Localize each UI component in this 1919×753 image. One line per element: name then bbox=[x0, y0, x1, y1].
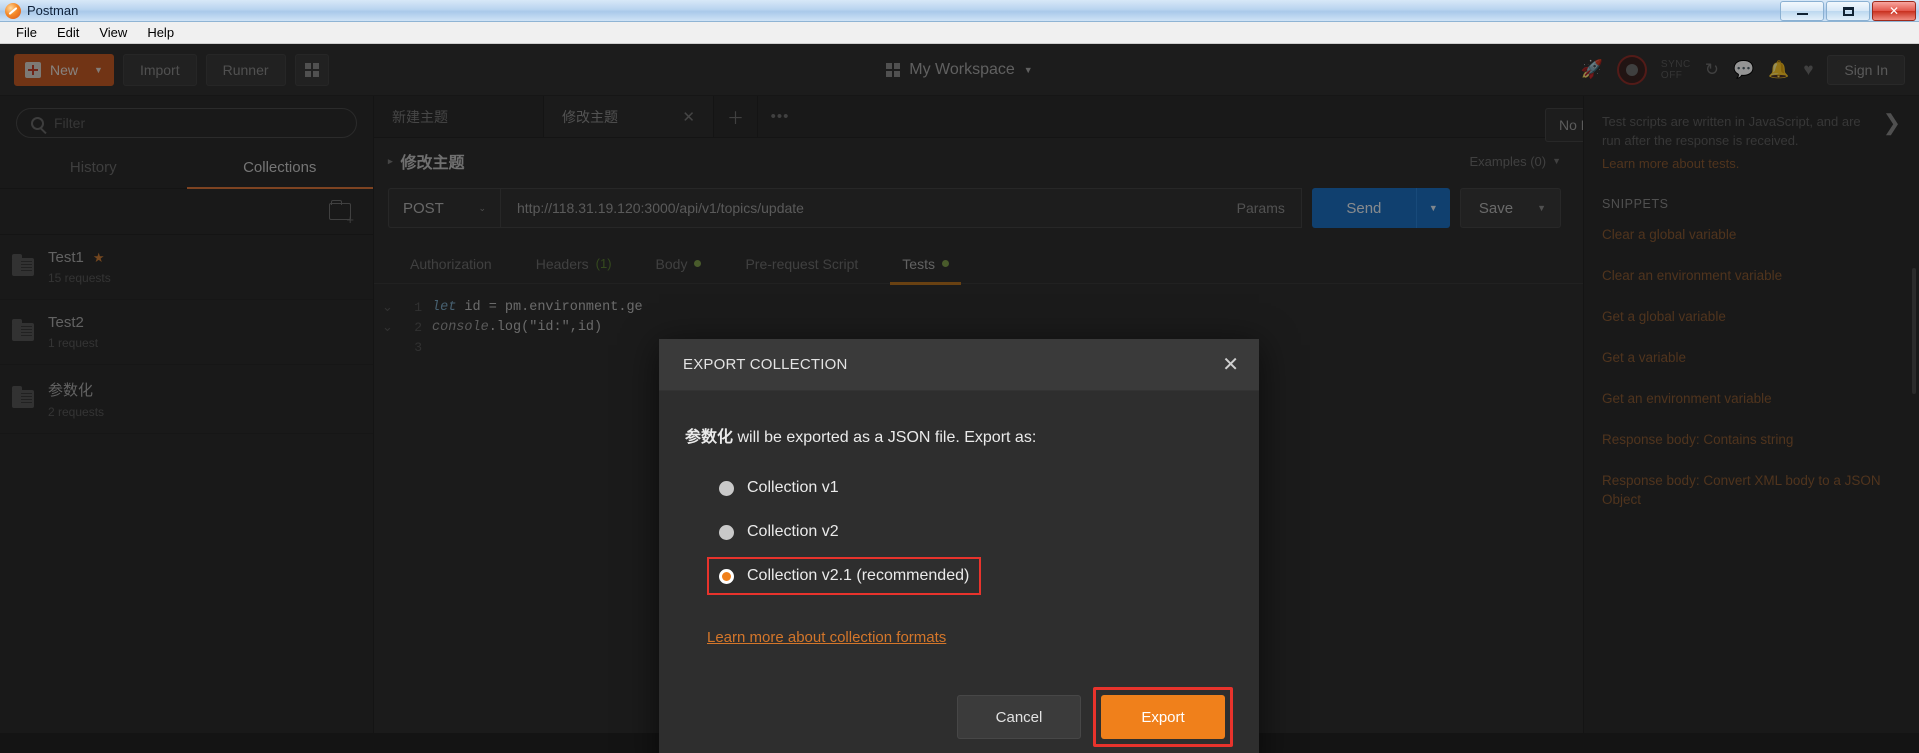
menu-item-help[interactable]: Help bbox=[137, 23, 184, 42]
close-icon[interactable]: ✕ bbox=[1222, 355, 1239, 375]
close-icon: ✕ bbox=[1888, 4, 1900, 18]
maximize-icon bbox=[1842, 6, 1854, 16]
modal-footer: Cancel Export bbox=[659, 657, 1259, 753]
modal-collection-name: 参数化 bbox=[685, 429, 734, 446]
radio-label: Collection v1 bbox=[747, 479, 839, 496]
menubar: File Edit View Help bbox=[0, 22, 1919, 44]
window-title: Postman bbox=[27, 3, 79, 18]
modal-description-rest: will be exported as a JSON file. Export … bbox=[733, 429, 1037, 446]
maximize-button[interactable] bbox=[1826, 1, 1870, 21]
modal-body: 参数化 will be exported as a JSON file. Exp… bbox=[659, 391, 1259, 657]
export-format-radio-group: Collection v1 Collection v2 Collection v… bbox=[685, 469, 1233, 595]
radio-option-collection-v2[interactable]: Collection v2 bbox=[707, 513, 851, 551]
window-controls: ✕ bbox=[1780, 0, 1919, 22]
modal-description: 参数化 will be exported as a JSON file. Exp… bbox=[685, 423, 1233, 447]
learn-more-collection-formats-link[interactable]: Learn more about collection formats bbox=[707, 629, 946, 646]
menu-item-file[interactable]: File bbox=[6, 23, 47, 42]
menu-item-view[interactable]: View bbox=[89, 23, 137, 42]
postman-logo-icon bbox=[5, 2, 21, 19]
minimize-icon bbox=[1796, 13, 1808, 15]
window-titlebar: Postman ✕ bbox=[0, 0, 1919, 22]
radio-option-collection-v21[interactable]: Collection v2.1 (recommended) bbox=[707, 557, 982, 595]
radio-icon[interactable] bbox=[719, 524, 734, 540]
minimize-button[interactable] bbox=[1780, 1, 1824, 21]
radio-icon[interactable] bbox=[719, 480, 734, 496]
radio-label: Collection v2 bbox=[747, 523, 839, 540]
radio-icon-selected[interactable] bbox=[719, 568, 734, 584]
radio-option-collection-v1[interactable]: Collection v1 bbox=[707, 469, 851, 507]
cancel-button[interactable]: Cancel bbox=[957, 695, 1081, 739]
modal-title: EXPORT COLLECTION bbox=[683, 356, 848, 373]
export-button-highlight: Export bbox=[1093, 687, 1233, 747]
modal-header: EXPORT COLLECTION ✕ bbox=[659, 339, 1259, 391]
radio-label: Collection v2.1 (recommended) bbox=[747, 567, 970, 584]
export-button[interactable]: Export bbox=[1101, 695, 1225, 739]
close-button[interactable]: ✕ bbox=[1872, 1, 1916, 21]
menu-item-edit[interactable]: Edit bbox=[47, 23, 89, 42]
export-collection-modal: EXPORT COLLECTION ✕ 参数化 will be exported… bbox=[659, 339, 1259, 753]
